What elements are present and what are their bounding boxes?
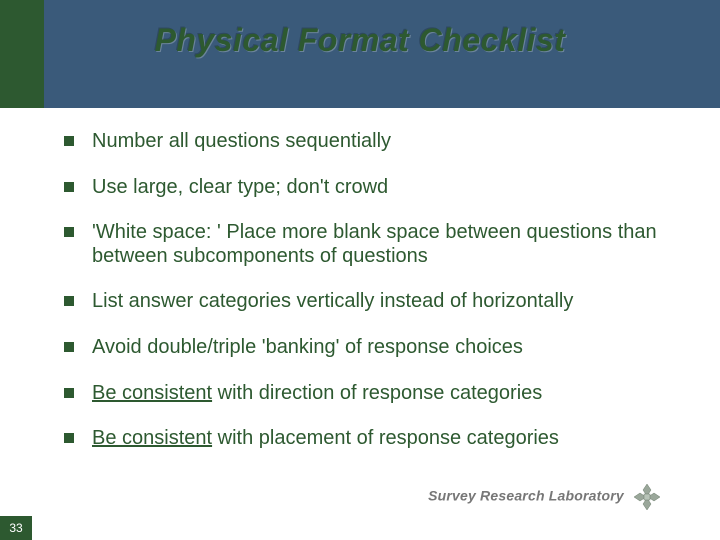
bullet-item: Use large, clear type; don't crowd [64, 176, 674, 200]
bullet-item: List answer categories vertically instea… [64, 290, 674, 314]
bullet-text-segment: with direction of response categories [212, 382, 542, 404]
slide-body: Number all questions sequentially Use lar… [64, 130, 674, 473]
square-bullet-icon [64, 388, 74, 398]
bullet-item: 'White space: ' Place more blank space b… [64, 221, 674, 268]
title-band: Physical Format Checklist [0, 0, 720, 108]
bullet-text-segment: List answer categories vertically instea… [92, 290, 573, 312]
square-bullet-icon [64, 136, 74, 146]
bullet-text-segment: Number all questions sequentially [92, 130, 391, 152]
bullet-item: Avoid double/triple 'banking' of respons… [64, 336, 674, 360]
bullet-text-segment: Avoid double/triple 'banking' of respons… [92, 336, 523, 358]
slide: Physical Format Checklist Number all que… [0, 0, 720, 540]
square-bullet-icon [64, 227, 74, 237]
bullet-text-segment: Be consistent [92, 427, 212, 449]
bullet-item: Be consistent with direction of response… [64, 382, 674, 406]
bullet-text-segment: Use large, clear type; don't crowd [92, 176, 388, 198]
footer-lab: Survey Research Laboratory [428, 484, 660, 510]
bullet-item: Be consistent with placement of response… [64, 427, 674, 451]
slide-number: 33 [0, 516, 32, 540]
plus-logo-icon [634, 484, 660, 510]
square-bullet-icon [64, 342, 74, 352]
bullet-list: Number all questions sequentially Use lar… [64, 130, 674, 451]
footer-lab-text: Survey Research Laboratory [428, 488, 624, 504]
square-bullet-icon [64, 296, 74, 306]
slide-title: Physical Format Checklist [0, 22, 720, 59]
bullet-text-segment: 'White space: ' Place more blank space b… [92, 221, 657, 267]
bullet-text-segment: with placement of response categories [212, 427, 559, 449]
bullet-item: Number all questions sequentially [64, 130, 674, 154]
bullet-text-segment: Be consistent [92, 382, 212, 404]
square-bullet-icon [64, 433, 74, 443]
square-bullet-icon [64, 182, 74, 192]
